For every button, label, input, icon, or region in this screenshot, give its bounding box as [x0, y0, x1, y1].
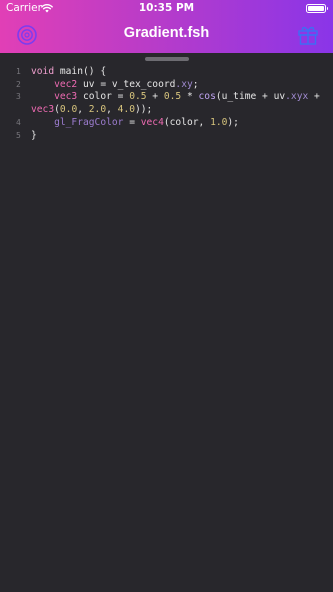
- nav-header: Carrier 10:35 PM Gradient.fsh: [0, 0, 333, 53]
- code-token: vec3: [31, 104, 55, 116]
- code-token: color =: [77, 91, 130, 103]
- code-line[interactable]: 2 vec2 uv = v_tex_coord.xy;: [0, 79, 333, 92]
- line-number: 1: [16, 67, 21, 76]
- line-number: 5: [16, 130, 21, 140]
- code-token: cos: [198, 91, 216, 103]
- code-token: main() {: [54, 66, 107, 77]
- gift-icon[interactable]: [297, 24, 319, 46]
- code-token: uv = v_tex_coord: [77, 78, 176, 90]
- code-token: .xyx: [285, 91, 309, 103]
- code-token: vec2: [54, 78, 78, 90]
- code-token: }: [31, 129, 37, 141]
- code-token: 1.0: [210, 116, 228, 128]
- code-token: );: [227, 116, 239, 128]
- code-line[interactable]: 1 void main() {: [0, 66, 333, 79]
- code-token: ;: [192, 78, 199, 90]
- code-line[interactable]: 5}: [0, 130, 333, 143]
- code-token: vec3: [54, 91, 78, 103]
- code-token: 0.5: [163, 91, 182, 103]
- drag-handle[interactable]: [145, 57, 189, 61]
- code-line[interactable]: 4 gl_FragColor = vec4(color, 1.0);: [0, 117, 333, 130]
- code-token: *: [181, 91, 199, 103]
- code-token: 0.5: [129, 91, 147, 103]
- code-token: .xy: [175, 78, 193, 90]
- code-token: ,: [106, 104, 118, 116]
- code-token: ));: [135, 104, 153, 116]
- code-token: +: [146, 91, 164, 103]
- code-line[interactable]: vec3(0.0, 2.0, 4.0));: [0, 104, 333, 117]
- code-token: vec4: [140, 116, 164, 128]
- line-number: 3: [16, 92, 21, 102]
- code-token: 2.0: [88, 104, 107, 116]
- code-token: void: [31, 66, 55, 77]
- page-title: Gradient.fsh: [123, 25, 210, 41]
- status-bar: Carrier 10:35 PM: [0, 0, 333, 18]
- code-token: =: [123, 116, 141, 128]
- code-token: gl_FragColor: [54, 116, 124, 128]
- battery-icon: [306, 4, 328, 13]
- code-token: 4.0: [117, 104, 135, 116]
- code-line[interactable]: 3 vec3 color = 0.5 + 0.5 * cos(u_time + …: [0, 91, 333, 104]
- code-area[interactable]: 1 void main() {2 vec2 uv = v_tex_coord.xy…: [0, 66, 333, 142]
- clock: 10:35 PM: [138, 2, 195, 14]
- code-token: (u_time + uv: [215, 91, 286, 103]
- code-token: ,: [77, 104, 89, 116]
- line-number: 4: [16, 117, 21, 127]
- code-token: (color,: [163, 116, 211, 128]
- code-editor[interactable]: 1 void main() {2 vec2 uv = v_tex_coord.xy…: [0, 53, 333, 592]
- code-token: +: [308, 91, 320, 103]
- code-token: 0.0: [59, 104, 78, 116]
- line-number: 2: [16, 79, 21, 89]
